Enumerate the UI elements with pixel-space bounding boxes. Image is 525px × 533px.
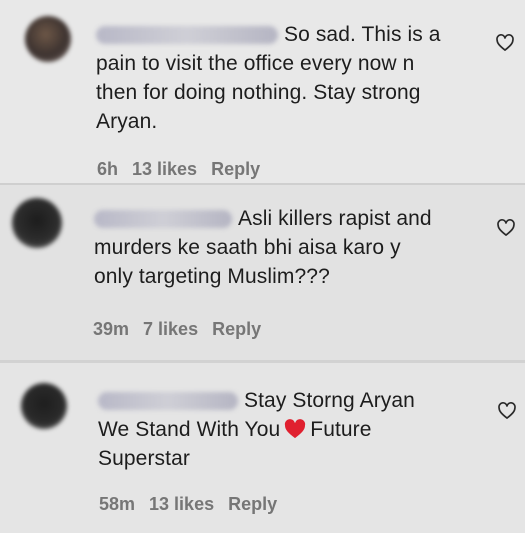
comment-time: 6h xyxy=(97,159,119,179)
comment-line: Future xyxy=(310,418,372,441)
avatar[interactable] xyxy=(25,16,71,62)
comment-meta: 39m 7 likes Reply xyxy=(93,319,275,340)
comment-line: pain to visit the office every now n xyxy=(96,52,415,75)
comment-text: Stay Storng Aryan We Stand With You Futur… xyxy=(98,386,415,473)
comment-line: Superstar xyxy=(98,447,190,470)
heart-outline-icon[interactable] xyxy=(496,218,516,238)
heart-outline-icon[interactable] xyxy=(497,401,517,421)
reply-button[interactable]: Reply xyxy=(212,319,261,339)
comment-text: So sad. This is a pain to visit the offi… xyxy=(96,20,441,136)
comment-line: Asli killers rapist and xyxy=(238,207,432,230)
comment-line: We Stand With You xyxy=(98,418,281,441)
reply-button[interactable]: Reply xyxy=(211,159,260,179)
blurred-username[interactable] xyxy=(94,210,232,229)
heart-outline-icon[interactable] xyxy=(495,33,515,53)
comment-line: Stay Storng Aryan xyxy=(244,389,415,412)
avatar[interactable] xyxy=(21,383,67,429)
comment-time: 58m xyxy=(99,494,136,514)
likes-count[interactable]: 13 likes xyxy=(132,159,197,179)
comment-text: Asli killers rapist and murders ke saath… xyxy=(94,204,432,291)
red-heart-emoji-icon xyxy=(285,419,306,439)
avatar[interactable] xyxy=(12,198,62,248)
reply-button[interactable]: Reply xyxy=(228,494,277,514)
comment-line: then for doing nothing. Stay strong xyxy=(96,81,421,104)
blurred-username[interactable] xyxy=(96,26,278,45)
likes-count[interactable]: 13 likes xyxy=(149,494,214,514)
comment-meta: 58m 13 likes Reply xyxy=(99,494,291,515)
blurred-username[interactable] xyxy=(98,392,238,411)
comment-line: So sad. This is a xyxy=(284,23,441,46)
likes-count[interactable]: 7 likes xyxy=(143,319,198,339)
comment-meta: 6h 13 likes Reply xyxy=(97,159,274,180)
comment-line: only targeting Muslim??? xyxy=(94,265,330,288)
comment-time: 39m xyxy=(93,319,130,339)
comment-line: Aryan. xyxy=(96,110,158,133)
comment-line: murders ke saath bhi aisa karo y xyxy=(94,236,401,259)
